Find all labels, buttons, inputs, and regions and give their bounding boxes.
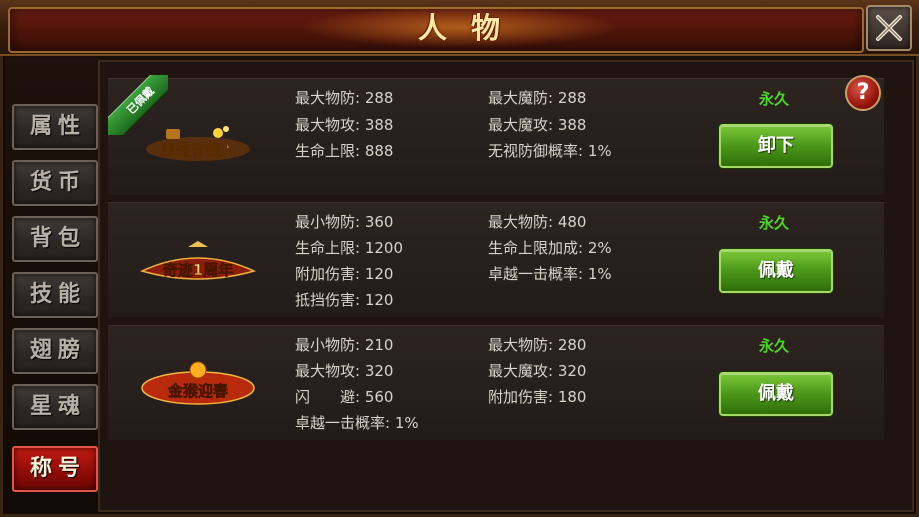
equipped-label: 已佩戴	[108, 75, 168, 135]
stat: 最大物防: 288	[295, 89, 394, 107]
stat: 卓越一击概率: 1%	[295, 414, 419, 432]
unequip-button[interactable]: 卸下	[719, 124, 833, 168]
stat: 最大物攻: 388	[295, 116, 394, 134]
equipped-ribbon: 已佩戴	[108, 75, 168, 135]
stat: 抵挡伤害: 120	[295, 291, 394, 309]
equip-button[interactable]: 佩戴	[719, 372, 833, 416]
duration-label: 永久	[758, 337, 789, 355]
tab-currency[interactable]: 货币	[12, 160, 98, 206]
stat: 最大物防: 480	[488, 213, 587, 231]
tab-star-soul[interactable]: 星魂	[12, 384, 98, 430]
title-badge-monkey: 金猴迎春	[141, 361, 255, 405]
duration-label: 永久	[758, 214, 789, 232]
tab-wings[interactable]: 翅膀	[12, 328, 98, 374]
stat: 最大物攻: 320	[295, 362, 394, 380]
stat: 无视防御概率: 1%	[488, 142, 612, 160]
badge-text: 我是有钱人	[160, 141, 236, 159]
tab-attributes[interactable]: 属性	[12, 104, 98, 150]
stat: 最大魔防: 288	[488, 89, 587, 107]
stat: 生命上限: 888	[295, 142, 394, 160]
question-mark-icon: ?	[856, 80, 870, 105]
tab-titles[interactable]: 称号	[12, 446, 98, 492]
stat: 最大魔攻: 388	[488, 116, 587, 134]
title-row: 我是有钱人 最大物防: 288 最大物攻: 388 生命上限: 888 最大魔防…	[108, 78, 884, 195]
badge-text: 金猴迎春	[167, 382, 228, 400]
stat: 生命上限加成: 2%	[488, 239, 612, 257]
tab-skills[interactable]: 技能	[12, 272, 98, 318]
close-button[interactable]	[866, 5, 912, 51]
stat: 最大物防: 280	[488, 336, 587, 354]
title-row: 金猴迎春 最小物防: 210 最大物攻: 320 闪 避: 560 卓越一击概率…	[108, 325, 884, 440]
badge-text: 奇迹1周年	[163, 261, 233, 279]
tab-backpack[interactable]: 背包	[12, 216, 98, 262]
help-button[interactable]: ?	[845, 75, 881, 111]
close-x-icon	[876, 15, 902, 41]
duration-label: 永久	[758, 90, 789, 108]
stat: 附加伤害: 180	[488, 388, 587, 406]
equip-button[interactable]: 佩戴	[719, 249, 833, 293]
title-row: 奇迹1周年 最小物防: 360 生命上限: 1200 附加伤害: 120 抵挡伤…	[108, 202, 884, 317]
stat: 最小物防: 360	[295, 213, 394, 231]
sidebar: 属性 货币 背包 技能 翅膀 星魂 称号	[5, 58, 98, 512]
stat: 卓越一击概率: 1%	[488, 265, 612, 283]
title-badge-anniversary: 奇迹1周年	[139, 241, 257, 280]
stat: 生命上限: 1200	[295, 239, 403, 257]
stat: 闪 避: 560	[295, 388, 394, 406]
title-bar: 人物	[0, 0, 919, 56]
stat: 最大魔攻: 320	[488, 362, 587, 380]
stat: 最小物防: 210	[295, 336, 394, 354]
page-title: 人物	[417, 11, 524, 45]
stat: 附加伤害: 120	[295, 265, 394, 283]
